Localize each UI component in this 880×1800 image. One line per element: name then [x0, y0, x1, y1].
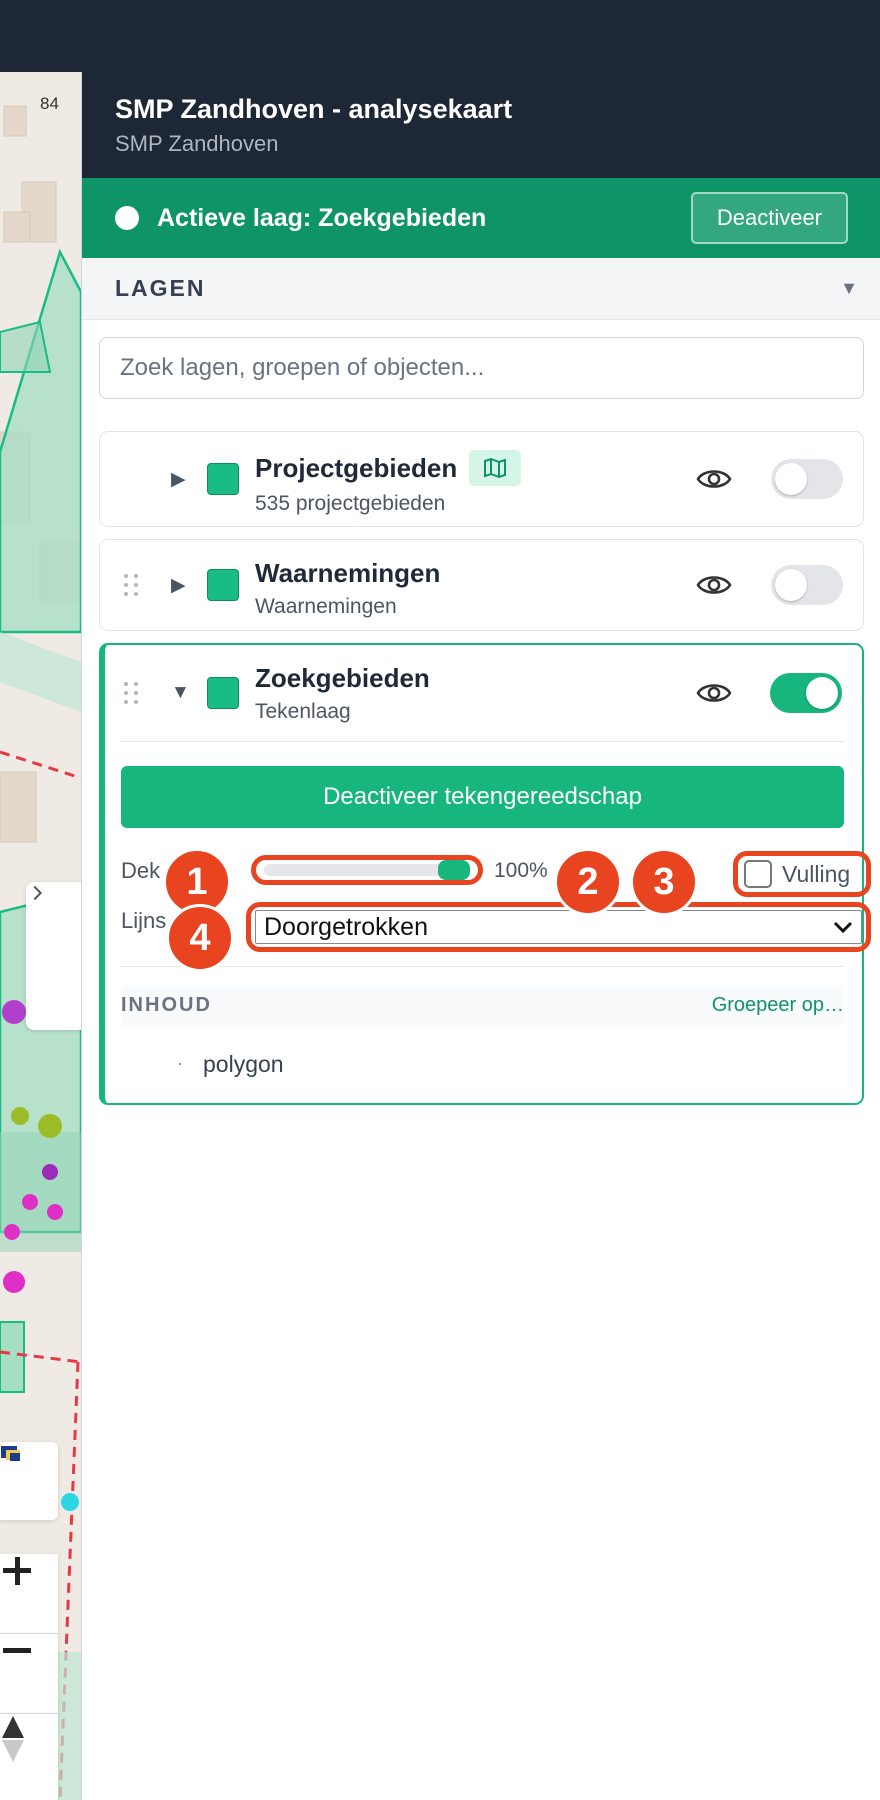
line-style-select[interactable]: Doorgetrokken	[255, 910, 862, 944]
panel-header: SMP Zandhoven - analysekaart SMP Zandhov…	[82, 72, 880, 178]
layer-meta: 535 projectgebieden	[255, 492, 446, 515]
visibility-toggle[interactable]	[770, 673, 842, 713]
page-title: SMP Zandhoven - analysekaart	[115, 94, 513, 124]
divider	[121, 741, 844, 742]
layer-name: Waarnemingen	[255, 558, 441, 588]
active-indicator-icon	[115, 206, 139, 230]
eye-icon[interactable]	[696, 572, 732, 598]
chevron-down-icon[interactable]: ▼	[840, 278, 858, 299]
active-layer-bar: Actieve laag: Zoekgebieden Deactiveer	[82, 178, 880, 258]
content-item-label: polygon	[203, 1050, 284, 1077]
eye-icon[interactable]	[696, 466, 732, 492]
opacity-slider-thumb[interactable]	[438, 860, 470, 880]
minus-icon	[3, 1648, 31, 1653]
visibility-toggle[interactable]	[771, 459, 843, 499]
search-input[interactable]	[99, 337, 864, 399]
content-header: INHOUD Groepeer op…	[121, 985, 844, 1025]
layer-item-projectgebieden[interactable]: ▶ Projectgebieden 535 projectgebieden	[99, 431, 864, 527]
visibility-toggle[interactable]	[771, 565, 843, 605]
zoom-in-button[interactable]	[0, 1554, 58, 1634]
expand-panel-button[interactable]	[26, 882, 81, 1030]
layer-item-waarnemingen[interactable]: ▶ Waarnemingen Waarnemingen	[99, 539, 864, 631]
layer-color-swatch	[207, 463, 239, 495]
flag-icon	[1, 1446, 20, 1461]
deactivate-draw-tool-button[interactable]: Deactiveer tekengereedschap	[121, 766, 844, 828]
layer-meta: Tekenlaag	[255, 700, 351, 723]
expand-triangle-icon[interactable]: ▶	[171, 574, 186, 597]
divider	[121, 966, 844, 967]
opacity-slider[interactable]	[251, 855, 483, 885]
drag-handle-icon[interactable]	[122, 572, 142, 598]
map-label: 84	[40, 94, 59, 113]
drag-handle-icon[interactable]	[122, 680, 142, 706]
line-style-label: Lijns	[121, 908, 167, 933]
layer-name: Projectgebieden	[255, 452, 458, 483]
opacity-percent: 100%	[494, 859, 548, 882]
layer-meta: Waarnemingen	[255, 595, 397, 618]
chevron-right-icon	[33, 885, 43, 901]
active-layer-text: Actieve laag: Zoekgebieden	[157, 203, 487, 232]
chevron-down-icon	[833, 921, 853, 934]
opacity-label: Dek	[121, 858, 161, 883]
group-by-link[interactable]: Groepeer op…	[712, 994, 844, 1017]
eye-icon[interactable]	[696, 680, 732, 706]
fill-checkbox[interactable]	[744, 860, 772, 888]
zoom-out-button[interactable]	[0, 1634, 58, 1714]
line-style-select-wrapper[interactable]: Doorgetrokken	[246, 902, 871, 952]
content-title: INHOUD	[121, 993, 212, 1016]
page-subtitle: SMP Zandhoven	[115, 131, 279, 156]
opacity-slider-track	[264, 860, 470, 880]
bullet-icon	[179, 1063, 181, 1065]
compass-icon	[2, 1716, 24, 1762]
annotation-marker-2: 2	[554, 848, 622, 916]
top-bar	[0, 0, 880, 72]
layer-list: ▶ Projectgebieden 535 projectgebieden ▶ …	[82, 399, 880, 1105]
expand-triangle-icon[interactable]: ▶	[171, 468, 186, 491]
layers-section-header[interactable]: LAGEN ▼	[82, 258, 880, 320]
line-style-value: Doorgetrokken	[264, 912, 428, 941]
map-legend-button[interactable]	[0, 1442, 58, 1520]
collapse-triangle-icon[interactable]: ▼	[171, 682, 190, 704]
map-view[interactable]: 84	[0, 72, 81, 1800]
annotation-marker-3: 3	[630, 848, 698, 916]
list-item[interactable]: polygon	[121, 1025, 844, 1103]
fill-checkbox-wrapper[interactable]: Vulling	[733, 851, 871, 897]
annotation-marker-4: 4	[166, 904, 234, 972]
layer-color-swatch	[207, 677, 239, 709]
layers-title: LAGEN	[115, 275, 206, 301]
layer-name: Zoekgebieden	[255, 663, 430, 693]
plus-icon	[3, 1557, 31, 1585]
map-icon	[469, 450, 522, 486]
compass-button[interactable]	[0, 1714, 58, 1800]
fill-label: Vulling	[782, 860, 851, 887]
deactivate-button[interactable]: Deactiveer	[690, 192, 848, 244]
layer-color-swatch	[207, 569, 239, 601]
